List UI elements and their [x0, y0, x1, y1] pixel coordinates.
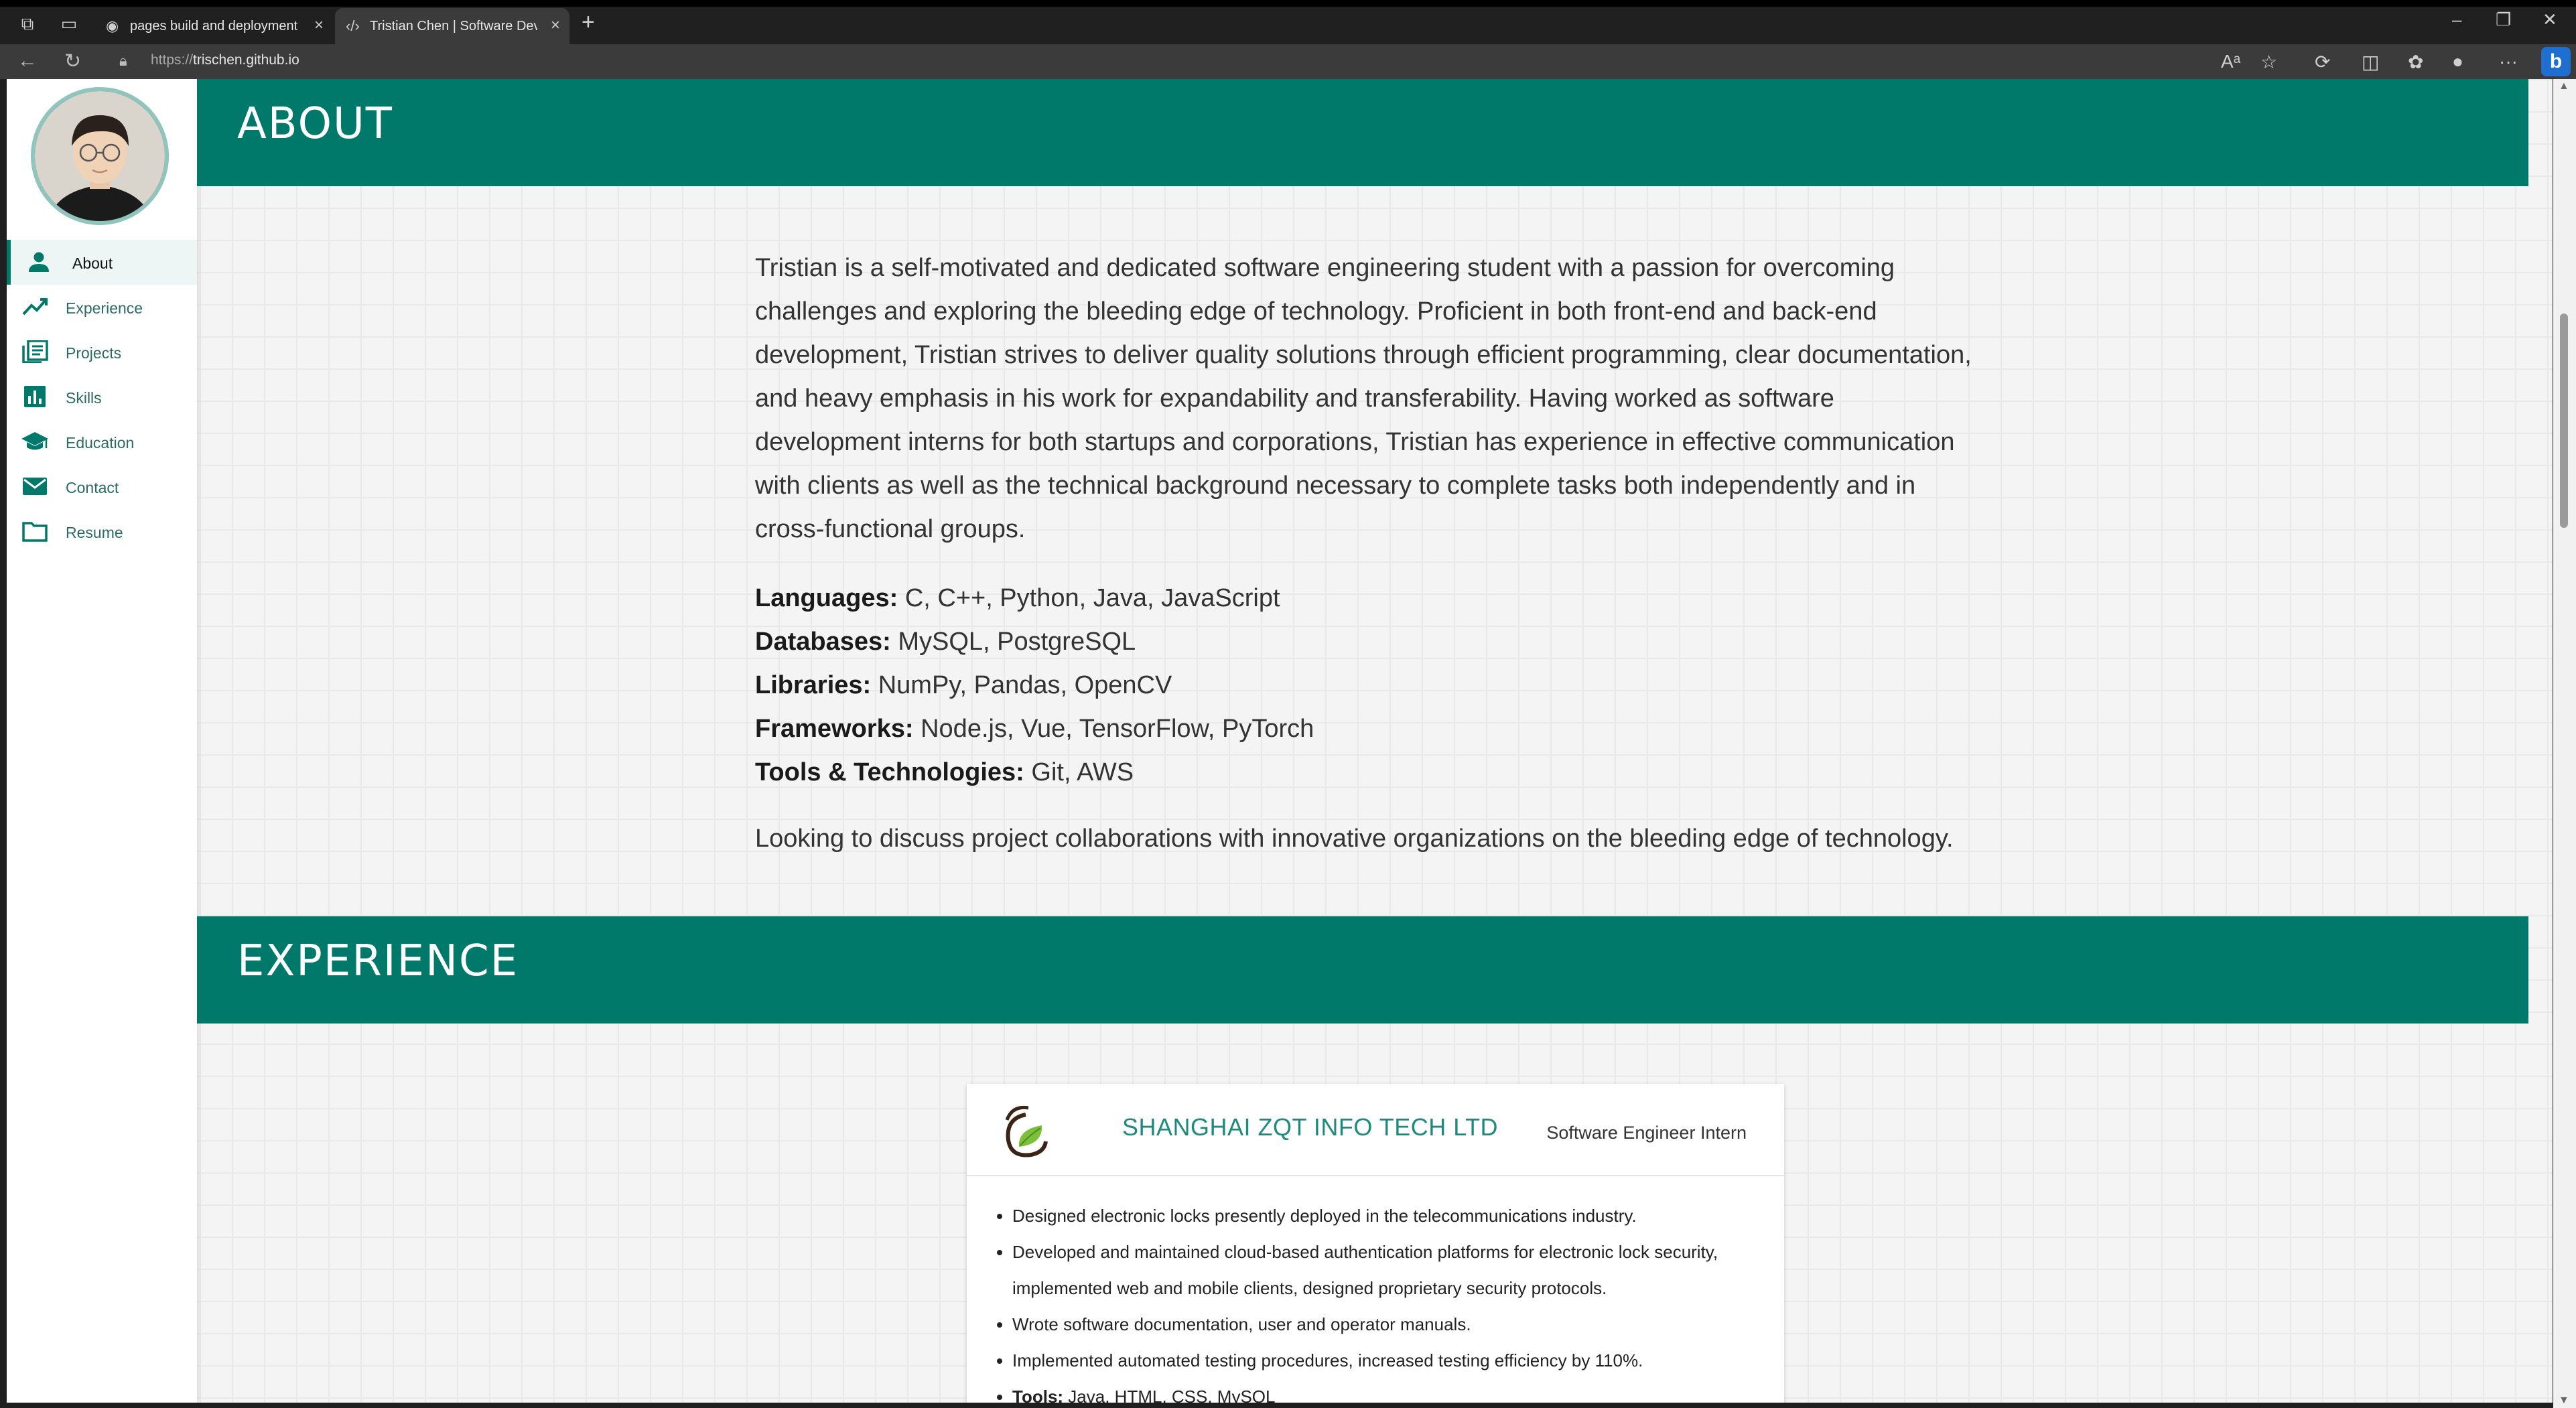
- lock-icon[interactable]: 🔒︎: [119, 52, 127, 70]
- tab-title: Tristian Chen | Software Develop: [370, 19, 537, 33]
- sidebar-item-label: Skills: [66, 389, 102, 407]
- sidebar-item-label: About: [72, 255, 113, 272]
- skill-value: Git, AWS: [1031, 758, 1134, 786]
- read-aloud-icon[interactable]: Aᵃ: [2221, 51, 2240, 72]
- sidebar-item-resume[interactable]: Resume: [7, 509, 197, 554]
- person-icon: [29, 252, 49, 272]
- graduation-cap-icon: [21, 432, 48, 450]
- about-content: Tristian is a self-motivated and dedicat…: [755, 247, 1981, 886]
- mail-icon: [23, 478, 47, 495]
- sidebar-item-label: Contact: [66, 479, 119, 496]
- about-bio: Tristian is a self-motivated and dedicat…: [755, 254, 1972, 543]
- tools-value: Java, HTML, CSS, MySQL: [1068, 1387, 1276, 1403]
- sidebar: About Experience Projects Skills Educati…: [7, 79, 197, 1403]
- skills-summary: Languages: C, C++, Python, Java, JavaScr…: [755, 577, 1981, 794]
- address-bar[interactable]: https://trischen.github.io: [151, 52, 299, 68]
- page-scrollbar[interactable]: ▲ ▼: [2553, 79, 2576, 1408]
- skill-value: MySQL, PostgreSQL: [898, 628, 1136, 656]
- code-favicon-icon: ‹/›: [346, 17, 360, 34]
- favorite-star-icon[interactable]: ☆: [2260, 51, 2277, 73]
- restore-icon[interactable]: ❐: [2496, 9, 2511, 30]
- tab-strip-top-edge: [0, 0, 2576, 7]
- skill-row-frameworks: Frameworks: Node.js, Vue, TensorFlow, Py…: [755, 707, 1981, 751]
- split-screen-icon[interactable]: ◫: [2362, 51, 2379, 73]
- back-icon[interactable]: ←: [17, 50, 38, 72]
- url-scheme: https://: [151, 52, 194, 68]
- scrollbar-thumb[interactable]: [2560, 313, 2568, 528]
- list-icon: [22, 340, 48, 363]
- job-role: Software Engineer Intern: [1546, 1123, 1747, 1143]
- extensions-icon[interactable]: ⟳: [2315, 51, 2330, 73]
- skill-label: Databases:: [755, 628, 891, 656]
- scroll-down-icon[interactable]: ▼: [2559, 1395, 2569, 1407]
- experience-card: SHANGHAI ZQT INFO TECH LTD Software Engi…: [967, 1084, 1784, 1403]
- github-favicon-icon: ◉: [106, 17, 119, 34]
- skill-label: Tools & Technologies:: [755, 758, 1024, 786]
- sidebar-item-label: Projects: [66, 344, 122, 362]
- close-window-icon[interactable]: ✕: [2543, 9, 2557, 30]
- tab-actions-icon[interactable]: ▭: [58, 13, 80, 33]
- skill-row-tools: Tools & Technologies: Git, AWS: [755, 751, 1981, 794]
- list-item: Implemented automated testing procedures…: [1012, 1342, 1776, 1379]
- company-logo-icon: [1005, 1105, 1048, 1157]
- sidebar-item-label: Education: [66, 434, 135, 451]
- skill-value: C, C++, Python, Java, JavaScript: [904, 584, 1280, 612]
- more-menu-icon[interactable]: ···: [2499, 51, 2518, 72]
- skill-label: Languages:: [755, 584, 898, 612]
- browser-tab-strip: ⧉ ▭ ◉ pages build and deployment · Tr × …: [0, 0, 2576, 44]
- experience-heading: EXPERIENCE: [237, 936, 519, 986]
- favorites-icon[interactable]: ✿: [2408, 51, 2423, 73]
- refresh-icon[interactable]: ↻: [64, 50, 81, 73]
- skill-row-databases: Databases: MySQL, PostgreSQL: [755, 620, 1981, 664]
- tab-tristian-chen[interactable]: ‹/› Tristian Chen | Software Develop ×: [335, 8, 569, 44]
- skill-value: NumPy, Pandas, OpenCV: [878, 671, 1172, 699]
- list-item: Wrote software documentation, user and o…: [1012, 1306, 1776, 1342]
- copilot-icon[interactable]: b: [2541, 47, 2571, 76]
- experience-bullets: Designed electronic locks presently depl…: [994, 1198, 1776, 1403]
- sidebar-item-label: Resume: [66, 524, 123, 541]
- sidebar-item-label: Experience: [66, 299, 143, 317]
- company-name: SHANGHAI ZQT INFO TECH LTD: [1122, 1113, 1499, 1141]
- sidebar-item-projects[interactable]: Projects: [7, 330, 197, 374]
- skill-row-languages: Languages: C, C++, Python, Java, JavaScr…: [755, 577, 1981, 620]
- skill-label: Frameworks:: [755, 715, 914, 743]
- page-viewport: About Experience Projects Skills Educati…: [7, 79, 2553, 1403]
- sidebar-nav: About Experience Projects Skills Educati…: [7, 240, 197, 554]
- tab-title: pages build and deployment · Tr: [130, 19, 297, 33]
- list-item-tools: Tools: Java, HTML, CSS, MySQL: [1012, 1379, 1776, 1403]
- close-tab-icon[interactable]: ×: [551, 16, 560, 35]
- skill-value: Node.js, Vue, TensorFlow, PyTorch: [921, 715, 1314, 743]
- profile-photo-avatar: [31, 87, 169, 225]
- skill-label: Libraries:: [755, 671, 872, 699]
- skill-row-libraries: Libraries: NumPy, Pandas, OpenCV: [755, 664, 1981, 707]
- list-item: Designed electronic locks presently depl…: [1012, 1198, 1776, 1234]
- scroll-up-icon[interactable]: ▲: [2559, 80, 2569, 92]
- about-section-banner: ABOUT: [197, 79, 2528, 186]
- browser-toolbar: ← ↻ 🔒︎ https://trischen.github.io Aᵃ ☆ ⟳…: [0, 44, 2576, 79]
- url-host: trischen.github.io: [193, 52, 299, 68]
- tab-pages-build[interactable]: ◉ pages build and deployment · Tr ×: [95, 8, 333, 44]
- close-tab-icon[interactable]: ×: [314, 16, 324, 35]
- experience-card-header: SHANGHAI ZQT INFO TECH LTD Software Engi…: [967, 1084, 1784, 1176]
- trending-up-icon: [22, 298, 48, 315]
- folder-icon: [22, 522, 48, 542]
- workspaces-icon[interactable]: ⧉: [16, 13, 39, 33]
- sidebar-item-contact[interactable]: Contact: [7, 464, 197, 509]
- about-closing: Looking to discuss project collaboration…: [755, 825, 1954, 853]
- minimize-icon[interactable]: –: [2452, 9, 2461, 30]
- profile-photo-image: [35, 91, 165, 221]
- sidebar-item-skills[interactable]: Skills: [7, 374, 197, 419]
- sidebar-item-education[interactable]: Education: [7, 419, 197, 464]
- profile-icon[interactable]: ●: [2452, 51, 2463, 72]
- tools-label: Tools:: [1012, 1387, 1064, 1403]
- new-tab-icon[interactable]: +: [582, 9, 595, 36]
- sidebar-item-about[interactable]: About: [7, 240, 197, 285]
- bar-chart-icon: [24, 386, 46, 407]
- list-item: Developed and maintained cloud-based aut…: [1012, 1234, 1776, 1306]
- experience-section-banner: EXPERIENCE: [197, 916, 2528, 1024]
- sidebar-item-experience[interactable]: Experience: [7, 285, 197, 330]
- about-heading: ABOUT: [237, 99, 393, 149]
